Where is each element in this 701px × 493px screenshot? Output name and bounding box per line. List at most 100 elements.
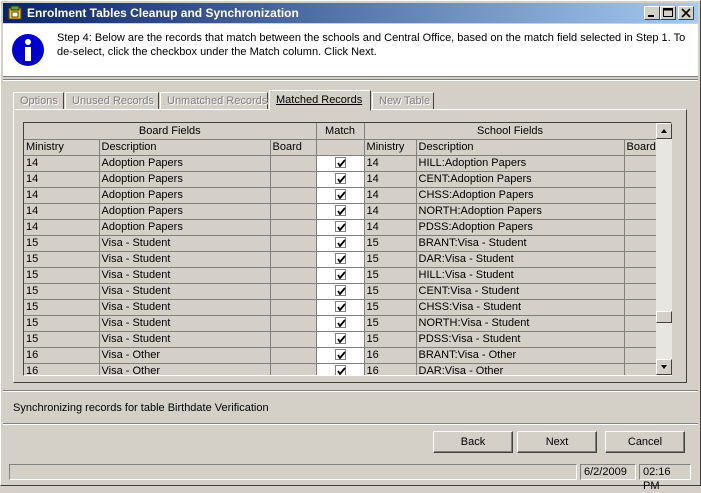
app-icon (7, 5, 23, 21)
table-row[interactable]: 14 Adoption Papers 14 PDSS:Adoption Papers (24, 219, 657, 236)
cell-match[interactable] (316, 363, 365, 375)
cell-school-ministry: 14 (364, 203, 417, 220)
close-button[interactable] (678, 6, 694, 20)
cell-description: Visa - Other (99, 363, 271, 375)
checkmark-icon (336, 239, 346, 248)
match-checkbox[interactable] (334, 301, 346, 313)
cell-school-board (624, 267, 657, 284)
table-row[interactable]: 14 Adoption Papers 14 HILL:Adoption Papers (24, 155, 657, 172)
col-ministry[interactable]: Ministry (24, 139, 100, 156)
cell-match[interactable] (316, 187, 365, 204)
table-row[interactable]: 15 Visa - Student 15 NORTH:Visa - Student (24, 315, 657, 332)
tab-options[interactable]: Options (13, 92, 64, 110)
table-row[interactable]: 16 Visa - Other 16 BRANT:Visa - Other (24, 347, 657, 364)
cell-board (270, 219, 317, 236)
cell-school-description: DAR:Visa - Student (416, 251, 625, 268)
matched-records-grid[interactable]: Board Fields Match School Fields Ministr… (23, 122, 672, 376)
title-bar[interactable]: Enrolment Tables Cleanup and Synchroniza… (3, 3, 698, 23)
cell-match[interactable] (316, 219, 365, 236)
button-separator (3, 423, 698, 425)
match-checkbox[interactable] (334, 237, 346, 249)
cell-match[interactable] (316, 251, 365, 268)
table-row[interactable]: 15 Visa - Student 15 BRANT:Visa - Student (24, 235, 657, 252)
cell-ministry: 15 (24, 251, 100, 268)
match-checkbox[interactable] (334, 349, 346, 361)
cell-school-board (624, 315, 657, 332)
match-checkbox[interactable] (334, 205, 346, 217)
table-row[interactable]: 15 Visa - Student 15 CHSS:Visa - Student (24, 299, 657, 316)
tab-matched-records[interactable]: Matched Records (269, 90, 371, 111)
cell-match[interactable] (316, 171, 365, 188)
header-separator (3, 79, 698, 81)
cell-school-ministry: 14 (364, 171, 417, 188)
cell-board (270, 187, 317, 204)
match-checkbox[interactable] (334, 365, 346, 375)
col-match[interactable] (316, 139, 365, 156)
cell-match[interactable] (316, 315, 365, 332)
tab-unused-records[interactable]: Unused Records (65, 92, 159, 110)
cell-school-board (624, 363, 657, 375)
match-checkbox[interactable] (334, 285, 346, 297)
scroll-up-button[interactable] (656, 123, 672, 139)
col-school-description[interactable]: Description (416, 139, 625, 156)
cell-school-board (624, 283, 657, 300)
cell-school-ministry: 14 (364, 219, 417, 236)
instruction-header: Step 4: Below are the records that match… (3, 24, 698, 77)
col-description[interactable]: Description (99, 139, 271, 156)
table-row[interactable]: 15 Visa - Student 15 PDSS:Visa - Student (24, 331, 657, 348)
cell-match[interactable] (316, 235, 365, 252)
checkmark-icon (336, 271, 346, 280)
tab-new-table[interactable]: New Table (372, 92, 434, 110)
match-checkbox[interactable] (334, 221, 346, 233)
cell-match[interactable] (316, 283, 365, 300)
cell-school-description: NORTH:Visa - Student (416, 315, 625, 332)
cell-ministry: 15 (24, 299, 100, 316)
match-checkbox[interactable] (334, 189, 346, 201)
cell-match[interactable] (316, 203, 365, 220)
minimize-button[interactable] (644, 6, 660, 20)
table-row[interactable]: 14 Adoption Papers 14 NORTH:Adoption Papers (24, 203, 657, 220)
tab-unmatched-records[interactable]: Unmatched Records (160, 92, 268, 110)
grid-vertical-scrollbar[interactable] (656, 123, 672, 375)
back-button[interactable]: Back (433, 431, 513, 453)
cell-description: Adoption Papers (99, 203, 271, 220)
window-title: Enrolment Tables Cleanup and Synchroniza… (27, 6, 299, 20)
cell-school-ministry: 15 (364, 251, 417, 268)
next-button[interactable]: Next (517, 431, 597, 453)
table-row[interactable]: 15 Visa - Student 15 DAR:Visa - Student (24, 251, 657, 268)
table-row[interactable]: 15 Visa - Student 15 HILL:Visa - Student (24, 267, 657, 284)
cell-school-board (624, 171, 657, 188)
maximize-button[interactable] (660, 6, 676, 20)
col-school-board[interactable]: Board (624, 139, 657, 156)
match-checkbox[interactable] (334, 333, 346, 345)
match-checkbox[interactable] (334, 317, 346, 329)
cell-school-ministry: 15 (364, 283, 417, 300)
cell-description: Adoption Papers (99, 171, 271, 188)
col-school-ministry[interactable]: Ministry (364, 139, 417, 156)
cell-school-ministry: 14 (364, 187, 417, 204)
cell-school-ministry: 15 (364, 299, 417, 316)
match-checkbox[interactable] (334, 253, 346, 265)
cell-match[interactable] (316, 347, 365, 364)
cell-board (270, 235, 317, 252)
table-row[interactable]: 16 Visa - Other 16 DAR:Visa - Other (24, 363, 657, 375)
table-row[interactable]: 14 Adoption Papers 14 CHSS:Adoption Papers (24, 187, 657, 204)
maximize-icon (663, 8, 673, 17)
scroll-thumb[interactable] (656, 311, 672, 323)
cell-school-description: CENT:Adoption Papers (416, 171, 625, 188)
cell-match[interactable] (316, 267, 365, 284)
match-checkbox[interactable] (334, 173, 346, 185)
cell-match[interactable] (316, 331, 365, 348)
table-row[interactable]: 14 Adoption Papers 14 CENT:Adoption Papers (24, 171, 657, 188)
cell-description: Adoption Papers (99, 219, 271, 236)
match-checkbox[interactable] (334, 157, 346, 169)
cell-match[interactable] (316, 155, 365, 172)
col-board[interactable]: Board (270, 139, 317, 156)
cell-match[interactable] (316, 299, 365, 316)
match-checkbox[interactable] (334, 269, 346, 281)
cell-school-description: CHSS:Visa - Student (416, 299, 625, 316)
cell-ministry: 14 (24, 203, 100, 220)
table-row[interactable]: 15 Visa - Student 15 CENT:Visa - Student (24, 283, 657, 300)
cancel-button[interactable]: Cancel (605, 431, 685, 453)
scroll-down-button[interactable] (656, 359, 672, 375)
